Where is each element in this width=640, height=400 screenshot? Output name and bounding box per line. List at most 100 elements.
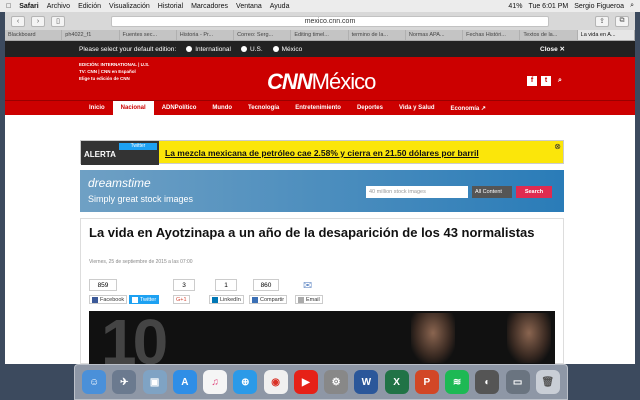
- menu-edicion[interactable]: Edición: [78, 3, 101, 10]
- radio-icon[interactable]: [240, 45, 247, 52]
- photo-app-icon[interactable]: ◐: [475, 370, 500, 394]
- sidebar-icon[interactable]: ▯: [51, 15, 65, 27]
- nav-inicio[interactable]: Inicio: [81, 101, 113, 115]
- tab-termino[interactable]: termino de la...: [349, 30, 406, 40]
- search-icon[interactable]: ⌕: [630, 2, 634, 10]
- nav-tecnologia[interactable]: Tecnología: [240, 101, 287, 115]
- cnn-header: EDICIÓN: INTERNATIONAL | U.S. TV: CNN | …: [5, 57, 635, 100]
- gplus-share-button[interactable]: G+1: [173, 295, 190, 304]
- safari-window: ‹ › ▯ mexico.cnn.com ⇪ ⧉ Blackboard ph40…: [5, 12, 635, 364]
- nav-nacional[interactable]: Nacional: [112, 101, 154, 115]
- nav-economia[interactable]: Economía ↗: [443, 101, 494, 115]
- linkedin-icon: [212, 296, 218, 303]
- app-store-icon[interactable]: A: [172, 370, 197, 394]
- back-button[interactable]: ‹: [11, 15, 25, 27]
- launchpad-icon[interactable]: ✈: [112, 370, 137, 394]
- menu-ventana[interactable]: Ventana: [236, 3, 262, 10]
- nav-entretenimiento[interactable]: Entretenimiento: [287, 101, 349, 115]
- nav-adnpolitico[interactable]: ADNPolítico: [154, 101, 205, 115]
- menu-archivo[interactable]: Archivo: [47, 3, 70, 10]
- ad-search-button[interactable]: Search: [516, 186, 552, 198]
- system-preferences-icon[interactable]: ⚙: [324, 370, 349, 394]
- tab-editing[interactable]: Editing timel...: [291, 30, 349, 40]
- edition-option-us[interactable]: U.S.: [240, 45, 263, 53]
- battery-percent[interactable]: 41%: [508, 3, 522, 10]
- search-icon[interactable]: ⌕: [555, 76, 565, 86]
- clock[interactable]: Tue 6:01 PM: [528, 3, 568, 10]
- plus-icon: [252, 296, 258, 303]
- edition-option-mexico[interactable]: México: [272, 45, 302, 53]
- section-nav: Inicio Nacional ADNPolítico Mundo Tecnol…: [5, 100, 635, 115]
- word-icon[interactable]: W: [354, 370, 379, 394]
- tab-blackboard[interactable]: Blackboard: [5, 30, 63, 40]
- chrome-icon[interactable]: ◉: [263, 370, 288, 394]
- preview-icon[interactable]: ▣: [142, 370, 167, 394]
- radio-icon[interactable]: [186, 45, 193, 52]
- spotify-icon[interactable]: ≋: [445, 370, 470, 394]
- close-icon[interactable]: ⊗: [554, 142, 561, 151]
- facebook-count: 859: [89, 279, 117, 291]
- ad-tagline: Simply great stock images: [88, 194, 194, 204]
- address-bar[interactable]: mexico.cnn.com: [111, 15, 549, 27]
- alert-twitter-button[interactable]: Twitter: [119, 143, 157, 150]
- ad-search-input[interactable]: 40 million stock images: [366, 186, 468, 198]
- radio-icon[interactable]: [272, 45, 279, 52]
- alert-headline-link[interactable]: La mezcla mexicana de petróleo cae 2.58%…: [165, 148, 479, 158]
- menu-ayuda[interactable]: Ayuda: [270, 3, 290, 10]
- tab-textos[interactable]: Textos de la...: [520, 30, 578, 40]
- trash-icon[interactable]: 🗑: [535, 370, 560, 394]
- menu-visualizacion[interactable]: Visualización: [109, 3, 150, 10]
- face-photo: [507, 313, 551, 363]
- edition-line[interactable]: EDICIÓN: INTERNATIONAL | U.S.: [79, 61, 149, 68]
- menu-historial[interactable]: Historial: [158, 3, 183, 10]
- menu-safari[interactable]: Safari: [19, 3, 38, 10]
- nav-deportes[interactable]: Deportes: [349, 101, 391, 115]
- finder-icon[interactable]: ☺: [82, 370, 107, 394]
- tab-normas[interactable]: Normas APA...: [406, 30, 464, 40]
- compartir-button[interactable]: Compartir: [249, 295, 288, 304]
- youtube-icon[interactable]: ▶: [293, 370, 318, 394]
- email-icon[interactable]: ✉: [303, 279, 312, 292]
- excel-icon[interactable]: X: [384, 370, 409, 394]
- cnn-logo[interactable]: CNNMéxico: [267, 69, 376, 95]
- nav-mundo[interactable]: Mundo: [204, 101, 240, 115]
- close-edition-button[interactable]: Close ✕: [540, 45, 565, 53]
- browser-toolbar: ‹ › ▯ mexico.cnn.com ⇪ ⧉: [5, 12, 635, 30]
- menu-marcadores[interactable]: Marcadores: [191, 3, 228, 10]
- tab-fechas[interactable]: Fechas Históri...: [463, 30, 521, 40]
- twitter-icon[interactable]: t: [541, 76, 551, 86]
- twitter-share-button[interactable]: Twitter: [129, 295, 160, 304]
- facebook-share-button[interactable]: Facebook: [89, 295, 128, 304]
- facebook-icon: [92, 296, 98, 303]
- page-content: ALERTA Twitter La mezcla mexicana de pet…: [5, 138, 635, 364]
- tv-line[interactable]: TV: CNN | CNN en Español: [79, 68, 149, 75]
- linkedin-count: 1: [215, 279, 237, 291]
- tab-fuentes[interactable]: Fuentes sec...: [120, 30, 177, 40]
- tab-correo[interactable]: Correo: Serg...: [234, 30, 292, 40]
- powerpoint-icon[interactable]: P: [414, 370, 439, 394]
- twitter-icon: [132, 296, 138, 303]
- tab-la-vida[interactable]: La vida en A...: [577, 30, 635, 40]
- ad-category-select[interactable]: All Content: [472, 186, 512, 198]
- face-photo: [411, 313, 455, 363]
- tab-bar: Blackboard ph4022_f1 Fuentes sec... Hist…: [5, 30, 635, 41]
- email-share-button[interactable]: Email: [295, 295, 323, 304]
- user-name[interactable]: Sergio Figueroa: [574, 3, 624, 10]
- nav-vida-salud[interactable]: Vida y Salud: [391, 101, 443, 115]
- safari-icon[interactable]: ⊕: [233, 370, 258, 394]
- facebook-icon[interactable]: f: [527, 76, 537, 86]
- edition-option-international[interactable]: International: [186, 46, 231, 53]
- display-icon[interactable]: ▭: [505, 370, 530, 394]
- forward-button[interactable]: ›: [31, 15, 45, 27]
- share-icon[interactable]: ⇪: [595, 15, 609, 27]
- tab-historia[interactable]: Historia - Pr...: [177, 30, 235, 40]
- dreamstime-ad[interactable]: dreamstime Simply great stock images 40 …: [80, 170, 564, 212]
- itunes-icon[interactable]: ♫: [203, 370, 228, 394]
- edition-links: EDICIÓN: INTERNATIONAL | U.S. TV: CNN | …: [79, 61, 149, 82]
- linkedin-share-button[interactable]: LinkedIn: [209, 295, 244, 304]
- compartir-count: 860: [253, 279, 279, 291]
- tab-ph4022[interactable]: ph4022_f1: [62, 30, 120, 40]
- tabs-icon[interactable]: ⧉: [615, 15, 629, 27]
- apple-icon[interactable]: : [6, 3, 11, 10]
- choose-edition-link[interactable]: Elige tu edición de CNN: [79, 75, 149, 82]
